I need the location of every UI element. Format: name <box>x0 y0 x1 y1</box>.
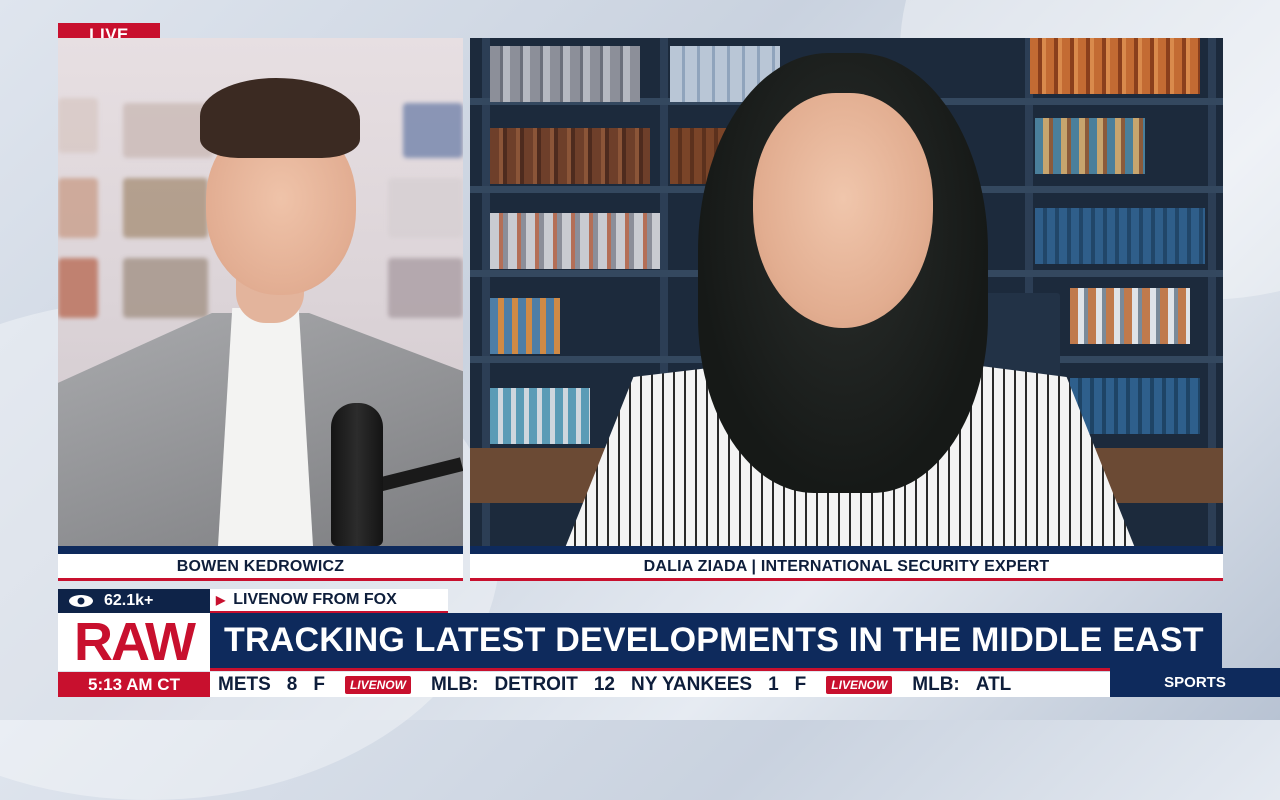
guest-face <box>753 93 933 328</box>
ticker-item: 8 <box>286 673 298 695</box>
ticker-item: MLB: <box>912 673 960 695</box>
guest-name-strip: DALIA ZIADA | INTERNATIONAL SECURITY EXP… <box>470 546 1223 581</box>
ticker-brand: LIVENOW <box>344 675 411 694</box>
raw-logo: RAW <box>58 612 210 672</box>
host-hair <box>200 78 360 158</box>
host-name: BOWEN KEDROWICZ <box>176 557 345 575</box>
clock: 5:13 AM CT <box>58 672 210 697</box>
ticker-item: F <box>313 673 325 695</box>
host-video-feed <box>58 38 463 546</box>
headline: TRACKING LATEST DEVELOPMENTS IN THE MIDD… <box>210 613 1222 671</box>
host-shirt <box>218 308 313 546</box>
ticker-category: SPORTS <box>1110 668 1280 697</box>
ticker-item: METS <box>218 673 271 695</box>
host-name-strip: BOWEN KEDROWICZ <box>58 546 463 581</box>
guest-name: DALIA ZIADA | INTERNATIONAL SECURITY EXP… <box>643 557 1050 575</box>
ticker-item: MLB: <box>430 673 479 695</box>
microphone <box>331 403 383 546</box>
ticker-item: DETROIT <box>494 673 578 695</box>
ticker-item: NY YANKEES <box>630 673 753 695</box>
ticker-item: ATL <box>975 673 1012 695</box>
ticker-item: 1 <box>768 673 779 695</box>
ticker: METS 8 F LIVENOW MLB: DETROIT 12 NY YANK… <box>210 672 1110 697</box>
ticker-brand: LIVENOW <box>826 675 893 694</box>
source-text: LIVENOW FROM FOX <box>233 591 397 608</box>
viewer-count: 62.1k+ <box>58 589 210 613</box>
guest-video-feed <box>470 38 1223 546</box>
viewer-count-value: 62.1k+ <box>104 592 154 609</box>
ticker-item: 12 <box>593 673 615 695</box>
source-label: ▶ LIVENOW FROM FOX <box>210 589 448 613</box>
eye-icon <box>69 595 93 607</box>
play-triangle-icon: ▶ <box>216 593 226 607</box>
ticker-item: F <box>794 673 807 695</box>
